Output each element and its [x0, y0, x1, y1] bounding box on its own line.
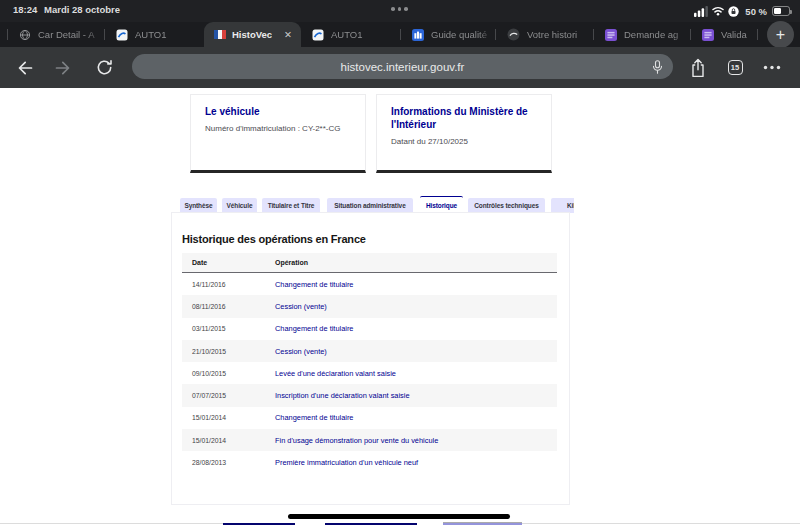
card-vehicle: Le véhicule Numéro d'immatriculation : C…	[190, 94, 366, 173]
card-ministere-line: Datant du 27/10/2025	[391, 137, 538, 146]
table-row: 07/07/2015Inscription d'une déclaration …	[182, 384, 557, 406]
tab-switcher-button[interactable]: 15	[727, 47, 743, 88]
battery-percent: 50 %	[745, 6, 767, 17]
cell-date: 21/10/2015	[182, 348, 275, 355]
cell-date: 08/11/2016	[182, 303, 275, 310]
cell-date: 28/08/2013	[182, 459, 275, 466]
cell-operation-link[interactable]: Cession (vente)	[275, 347, 327, 356]
browser-tab-label: Votre histori	[527, 29, 593, 40]
browser-tab-label: Guide qualité	[431, 29, 495, 40]
browser-tab-auto1[interactable]: AUTO1	[301, 22, 400, 47]
tab-titulaire-et-titre[interactable]: Titulaire et Titre	[262, 198, 320, 214]
card-vehicle-title: Le véhicule	[205, 106, 352, 119]
more-menu-button[interactable]	[760, 47, 784, 88]
tab-kil[interactable]: Kil	[551, 198, 574, 214]
operations-table: DateOpération14/11/2016Changement de tit…	[182, 253, 557, 474]
browser-tab-histovec[interactable]: HistoVec ✕	[204, 22, 301, 47]
tab-count: 15	[728, 60, 743, 75]
table-row: 08/11/2016Cession (vente)	[182, 295, 557, 317]
cellular-icon	[694, 6, 708, 17]
battery-icon	[772, 6, 790, 16]
share-button[interactable]	[689, 47, 707, 88]
status-bar: 18:24 Mardi 28 octobre 50 %	[0, 0, 800, 22]
browser-tab-strip: Car Detail - A AUTO1 HistoVec ✕ AUTO1 Guide q…	[0, 22, 800, 47]
browser-tab-label: Demande ag	[624, 29, 690, 40]
table-row: 21/10/2015Cession (vente)	[182, 340, 557, 362]
browser-tab-demande-ag[interactable]: Demande ag	[594, 22, 690, 47]
browser-tab-label: Valida	[721, 29, 757, 40]
cell-operation-link[interactable]: Inscription d'une déclaration valant sai…	[275, 391, 410, 400]
cell-operation-link[interactable]: Première immatriculation d'un véhicule n…	[275, 458, 418, 467]
table-row: 28/08/2013Première immatriculation d'un …	[182, 451, 557, 473]
card-vehicle-line: Numéro d'immatriculation : CY-2**-CG	[205, 124, 352, 133]
header-operation: Opération	[275, 259, 308, 266]
table-row: 09/10/2015Levée d'une déclaration valant…	[182, 362, 557, 384]
footer-divider	[522, 523, 800, 524]
cell-operation-link[interactable]: Changement de titulaire	[275, 413, 353, 422]
table-row: 14/11/2016Changement de titulaire	[182, 273, 557, 295]
browser-tab-label: HistoVec	[232, 29, 272, 40]
status-time: 18:24	[13, 4, 37, 15]
browser-tab-label: AUTO1	[135, 29, 204, 40]
url-text: histovec.interieur.gouv.fr	[132, 54, 673, 79]
tab-separator	[757, 29, 758, 40]
status-date: Mardi 28 octobre	[44, 4, 120, 15]
section-title: Historique des opérations en France	[182, 233, 366, 245]
browser-nav-bar: histovec.interieur.gouv.fr 15	[0, 47, 800, 88]
table-row: 15/01/2014Changement de titulaire	[182, 407, 557, 429]
wifi-icon	[712, 6, 724, 16]
browser-tab-votre-histori[interactable]: Votre histori	[496, 22, 593, 47]
table-header-row: DateOpération	[182, 253, 557, 273]
mic-icon[interactable]	[652, 60, 663, 74]
cell-operation-link[interactable]: Changement de titulaire	[275, 280, 353, 289]
card-ministere-title: Informations du Ministère de l'Intérieur	[391, 106, 538, 131]
cell-date: 07/07/2015	[182, 392, 275, 399]
close-tab-icon[interactable]: ✕	[284, 29, 292, 40]
cell-date: 03/11/2015	[182, 325, 275, 332]
header-date: Date	[182, 259, 275, 266]
back-button[interactable]	[15, 47, 35, 88]
tab-historique[interactable]: Historique	[420, 196, 463, 213]
tab-synth-se[interactable]: Synthèse	[180, 198, 217, 214]
browser-tab-guide-qualit-[interactable]: Guide qualité	[401, 22, 495, 47]
card-ministere: Informations du Ministère de l'Intérieur…	[376, 94, 552, 173]
tab-contr-les-techniques[interactable]: Contrôles techniques	[468, 198, 545, 214]
multitask-dots-icon	[391, 7, 408, 11]
cell-date: 15/01/2014	[182, 437, 275, 444]
browser-tab-car-detail-a[interactable]: Car Detail - A	[8, 22, 104, 47]
cell-operation-link[interactable]: Fin d'usage démonstration pour vente du …	[275, 436, 438, 445]
tab-situation-administrative[interactable]: Situation administrative	[327, 198, 413, 214]
home-indicator[interactable]	[288, 514, 510, 520]
new-tab-button[interactable]: +	[767, 21, 794, 48]
browser-tab-label: AUTO1	[331, 29, 400, 40]
tab-v-hicule[interactable]: Véhicule	[222, 198, 257, 214]
cell-date: 15/01/2014	[182, 414, 275, 421]
browser-tab-auto1[interactable]: AUTO1	[105, 22, 204, 47]
cell-operation-link[interactable]: Levée d'une déclaration valant saisie	[275, 369, 396, 378]
footer-divider	[0, 523, 223, 524]
address-bar[interactable]: histovec.interieur.gouv.fr	[132, 54, 673, 79]
cell-operation-link[interactable]: Cession (vente)	[275, 302, 327, 311]
cell-date: 14/11/2016	[182, 281, 275, 288]
reload-button[interactable]	[94, 47, 114, 88]
historique-panel: Historique des opérations en France Date…	[171, 212, 570, 505]
cell-date: 09/10/2015	[182, 370, 275, 377]
table-row: 03/11/2015Changement de titulaire	[182, 318, 557, 340]
browser-tab-label: Car Detail - A	[38, 29, 104, 40]
forward-button[interactable]	[53, 47, 73, 88]
cell-operation-link[interactable]: Changement de titulaire	[275, 324, 353, 333]
content-tabs: Synthèse Véhicule Titulaire et Titre Situat…	[171, 196, 574, 213]
table-row: 15/01/2014Fin d'usage démonstration pour…	[182, 429, 557, 451]
orientation-lock-icon	[728, 6, 739, 17]
browser-tab-valida[interactable]: Valida	[691, 22, 757, 47]
